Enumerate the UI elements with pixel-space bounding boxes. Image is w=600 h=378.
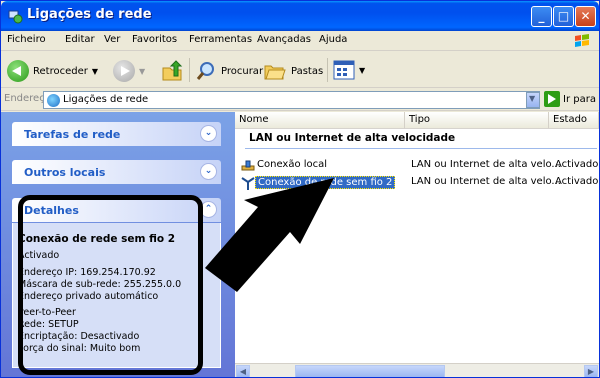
back-label: Retroceder (33, 65, 88, 77)
wireless-connection-icon (241, 177, 255, 190)
up-folder-button[interactable] (161, 60, 183, 82)
chevron-down-icon[interactable]: ⌄ (200, 125, 217, 142)
scroll-left-button[interactable]: ◀ (236, 365, 250, 377)
network-connections-icon (8, 10, 23, 24)
list-item[interactable]: Conexão local LAN ou Internet de alta ve… (235, 158, 599, 174)
folders-icon (264, 65, 286, 80)
forward-arrow-icon (113, 60, 135, 82)
views-button[interactable]: ▼ (333, 60, 365, 80)
column-header-type[interactable]: Tipo (405, 112, 549, 129)
column-header-name[interactable]: Nome (235, 112, 405, 129)
network-tasks-header[interactable]: Tarefas de rede ⌄ (12, 122, 221, 146)
folders-label: Pastas (291, 65, 324, 77)
other-places-header[interactable]: Outros locais ⌄ (12, 160, 221, 184)
menu-avancadas[interactable]: Avançadas (257, 34, 311, 45)
list-item[interactable]: Conexão de rede sem fio 2 LAN ou Interne… (235, 175, 599, 191)
window-title: Ligações de rede (27, 7, 152, 22)
menu-editar[interactable]: Editar (65, 34, 95, 45)
connection-name: Conexão de rede sem fio 2 (255, 176, 396, 189)
chevron-down-icon: ▼ (91, 66, 98, 76)
connection-type: LAN ou Internet de alta velo... (411, 176, 561, 187)
group-divider (245, 148, 597, 149)
horizontal-scrollbar[interactable]: ◀ ▶ (235, 363, 599, 377)
title-bar[interactable]: Ligações de rede _ □ ✕ (1, 1, 599, 31)
go-label: Ir para (563, 93, 596, 105)
menu-favoritos[interactable]: Favoritos (132, 34, 177, 45)
search-icon (196, 62, 214, 80)
windows-logo-icon (575, 34, 589, 47)
group-header: LAN ou Internet de alta velocidade (249, 132, 456, 144)
go-arrow-icon (544, 91, 560, 107)
connection-type: LAN ou Internet de alta velo... (411, 159, 561, 170)
menu-ver[interactable]: Ver (104, 34, 120, 45)
chevron-down-icon: ▼ (529, 94, 536, 103)
other-places-title: Outros locais (24, 166, 106, 179)
highlight-box (18, 195, 203, 375)
column-header-state[interactable]: Estado (549, 112, 599, 129)
views-icon (333, 60, 355, 80)
go-button[interactable]: Ir para (544, 91, 596, 107)
connections-list: Nome Tipo Estado LAN ou Internet de alta… (235, 112, 599, 377)
search-label: Procurar (221, 65, 264, 77)
connection-state: Activado (555, 176, 599, 187)
chevron-down-icon[interactable]: ⌄ (200, 163, 217, 180)
network-tasks-title: Tarefas de rede (24, 128, 121, 141)
minimize-button[interactable]: _ (531, 6, 552, 27)
forward-button[interactable]: ▼ (113, 60, 145, 82)
scroll-thumb[interactable] (295, 365, 445, 377)
search-button[interactable]: Procurar (195, 60, 263, 82)
up-folder-icon (162, 60, 183, 81)
menu-ajuda[interactable]: Ajuda (319, 34, 347, 45)
menu-ficheiro[interactable]: Ficheiro (7, 34, 46, 45)
maximize-button[interactable]: □ (553, 6, 574, 27)
address-value: Ligações de rede (63, 94, 149, 105)
connection-state: Activado (555, 159, 599, 170)
menu-ferramentas[interactable]: Ferramentas (189, 34, 252, 45)
address-input[interactable]: Ligações de rede (43, 91, 540, 109)
chevron-down-icon: ▼ (359, 65, 366, 75)
scroll-right-button[interactable]: ▶ (584, 365, 598, 377)
chevron-down-icon: ▼ (139, 66, 146, 76)
address-dropdown-button[interactable]: ▼ (526, 92, 540, 108)
menu-bar: Ficheiro Editar Ver Favoritos Ferramenta… (1, 31, 599, 51)
close-button[interactable]: ✕ (575, 6, 596, 27)
network-folder-icon (47, 94, 60, 107)
lan-connection-icon (241, 160, 255, 171)
back-arrow-icon (7, 60, 29, 82)
back-button[interactable]: Retroceder ▼ (7, 60, 98, 82)
address-bar: Endereço Ligações de rede ▼ Ir para (1, 89, 599, 111)
toolbar: Retroceder ▼ ▼ Procurar Pastas ▼ (1, 52, 599, 88)
folders-button[interactable]: Pastas (263, 60, 323, 82)
connection-name: Conexão local (257, 159, 328, 170)
